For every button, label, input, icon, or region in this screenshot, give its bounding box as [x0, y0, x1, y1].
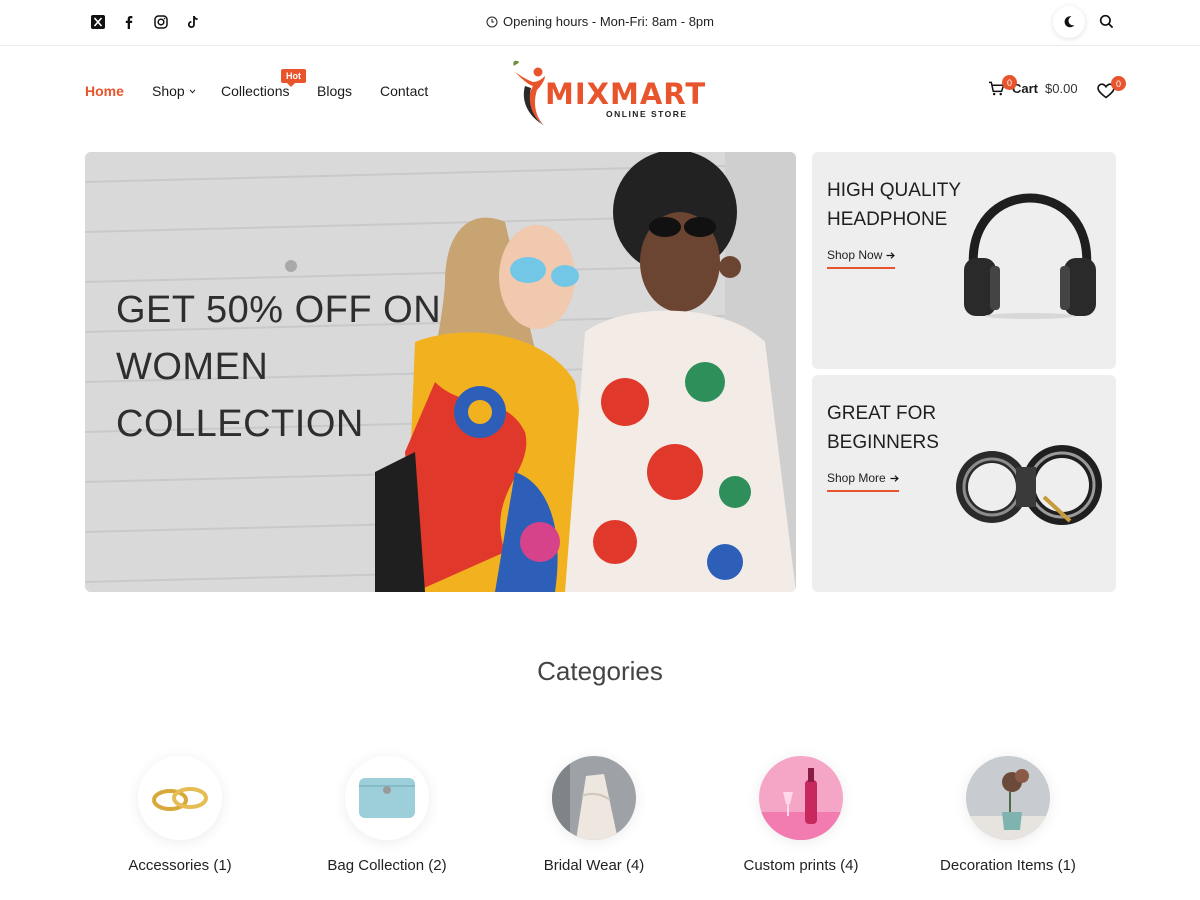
category-label: Bridal Wear (4) [543, 857, 645, 874]
arrow-right-icon [890, 474, 899, 482]
shop-now-label: Shop Now [827, 248, 883, 262]
promo-card-headphone[interactable]: HIGH QUALITY HEADPHONE Shop Now [812, 152, 1116, 369]
nav-collections[interactable]: Collections [221, 83, 289, 99]
category-label: Bag Collection (2) [327, 857, 447, 874]
promo-card-lens[interactable]: GREAT FOR BEGINNERS Shop More [812, 375, 1116, 592]
wishlist-count-badge: 0 [1111, 76, 1126, 91]
nav-shop-label: Shop [152, 83, 185, 99]
arrow-right-icon [886, 251, 896, 259]
category-decoration-items[interactable]: Decoration Items (1) [908, 756, 1108, 874]
dark-mode-toggle[interactable] [1053, 6, 1085, 38]
search-button[interactable] [1096, 11, 1116, 31]
lens-rings-image [956, 445, 1102, 525]
category-image [552, 756, 636, 840]
cart-count-badge: 0 [1002, 75, 1017, 90]
nav-contact[interactable]: Contact [380, 83, 428, 99]
category-label: Custom prints (4) [743, 857, 859, 874]
nav-home[interactable]: Home [85, 83, 124, 99]
clock-icon [486, 16, 498, 27]
category-bridal-wear[interactable]: Bridal Wear (4) [494, 756, 694, 874]
chevron-down-icon [189, 89, 196, 94]
categories-heading: Categories [537, 656, 663, 686]
opening-hours-text: Opening hours - Mon-Fri: 8am - 8pm [503, 14, 714, 29]
category-image [759, 756, 843, 840]
shop-now-link[interactable]: Shop Now [827, 248, 896, 269]
shop-more-link[interactable]: Shop More [827, 471, 899, 492]
category-image [345, 756, 429, 840]
hero-title: GET 50% OFF ON WOMEN COLLECTION [116, 289, 442, 445]
promo-title: HIGH QUALITY HEADPHONE [827, 180, 961, 230]
category-accessories[interactable]: Accessories (1) [80, 756, 280, 874]
top-bar: Opening hours - Mon-Fri: 8am - 8pm [0, 0, 1200, 46]
hot-badge: Hot [281, 69, 306, 87]
category-bag-collection[interactable]: Bag Collection (2) [287, 756, 487, 874]
category-image [966, 756, 1050, 840]
logo-tagline: ONLINE STORE [606, 109, 688, 119]
nav-blogs[interactable]: Blogs [317, 83, 352, 99]
logo-name: MIXMART [545, 77, 707, 111]
category-custom-prints[interactable]: Custom prints (4) [701, 756, 901, 874]
category-label: Decoration Items (1) [940, 857, 1076, 874]
search-icon [1099, 14, 1113, 28]
headphone-image [964, 193, 1096, 319]
shop-more-label: Shop More [827, 471, 886, 485]
category-label: Accessories (1) [128, 857, 232, 874]
nav-shop[interactable]: Shop [152, 83, 196, 99]
cart-amount: $0.00 [1045, 81, 1078, 96]
hero-banner[interactable]: GET 50% OFF ON WOMEN COLLECTION [85, 152, 796, 592]
moon-icon [1064, 16, 1075, 28]
opening-hours: Opening hours - Mon-Fri: 8am - 8pm [0, 14, 1200, 29]
category-image [138, 756, 222, 840]
